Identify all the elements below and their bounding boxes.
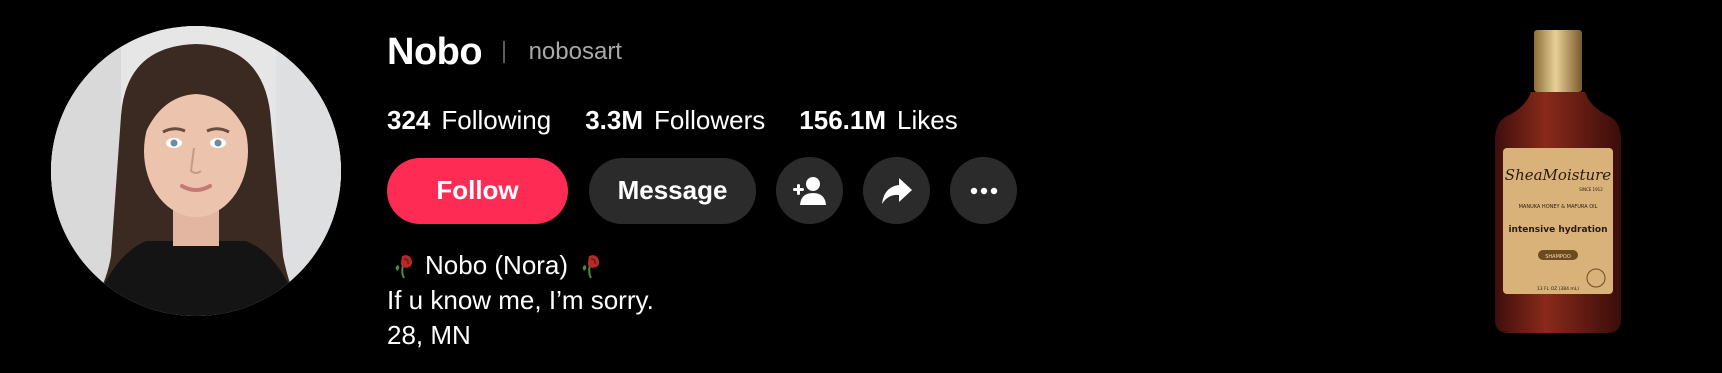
profile-info: Nobo nobosart 324 Following 3.3M Followe…: [387, 28, 1017, 353]
wilted-rose-icon: [393, 253, 415, 279]
username: nobosart: [528, 38, 622, 65]
sponsored-product-image[interactable]: SheaMoisture SINCE 1912 MANUKA HONEY & M…: [1491, 30, 1625, 335]
ad-brand: SheaMoisture: [1505, 166, 1612, 184]
ad-size: 13 FL OZ (384 mL): [1537, 286, 1579, 292]
wilted-rose-icon: [580, 253, 602, 279]
ad-since: SINCE 1912: [1579, 187, 1603, 192]
avatar[interactable]: [51, 26, 341, 316]
follow-button[interactable]: Follow: [387, 157, 568, 224]
bio-name-line: Nobo (Nora): [387, 248, 1017, 283]
bio-line: 28, MN: [387, 320, 471, 350]
stat-likes-label: Likes: [897, 105, 958, 135]
more-dots-icon: [970, 187, 997, 194]
shampoo-bottle-image: SheaMoisture SINCE 1912 MANUKA HONEY & M…: [1495, 30, 1621, 333]
stat-following-label: Following: [441, 105, 552, 135]
more-button[interactable]: [950, 157, 1017, 224]
add-user-icon: [792, 176, 826, 205]
stat-followers[interactable]: 3.3M Followers: [585, 105, 765, 135]
bio-line: If u know me, I’m sorry.: [387, 285, 654, 315]
name-row: Nobo nobosart: [387, 28, 1017, 76]
display-name: Nobo: [387, 30, 483, 73]
bio: Nobo (Nora) If u know me, I’m sorry. 28,…: [387, 248, 1017, 353]
stat-likes-count: 156.1M: [799, 105, 887, 135]
stat-following[interactable]: 324 Following: [387, 105, 551, 135]
stat-followers-label: Followers: [654, 105, 766, 135]
profile-actions: Follow Message: [387, 157, 1017, 224]
stat-followers-count: 3.3M: [585, 105, 644, 135]
stat-likes: 156.1M Likes: [799, 105, 957, 135]
name-divider: [503, 41, 505, 63]
add-friend-button[interactable]: [776, 157, 843, 224]
ad-product-name: intensive hydration: [1508, 225, 1607, 235]
bio-display-name: Nobo (Nora): [425, 250, 569, 280]
ad-subline: MANUKA HONEY & MAFURA OIL: [1519, 204, 1598, 210]
share-arrow-icon: [881, 177, 912, 204]
stat-following-count: 324: [387, 105, 431, 135]
message-button[interactable]: Message: [589, 157, 756, 224]
share-button[interactable]: [863, 157, 930, 224]
profile-stats: 324 Following 3.3M Followers 156.1M Like…: [387, 105, 1017, 135]
ad-product-type: SHAMPOO: [1545, 254, 1571, 260]
profile-photo: [51, 26, 341, 316]
